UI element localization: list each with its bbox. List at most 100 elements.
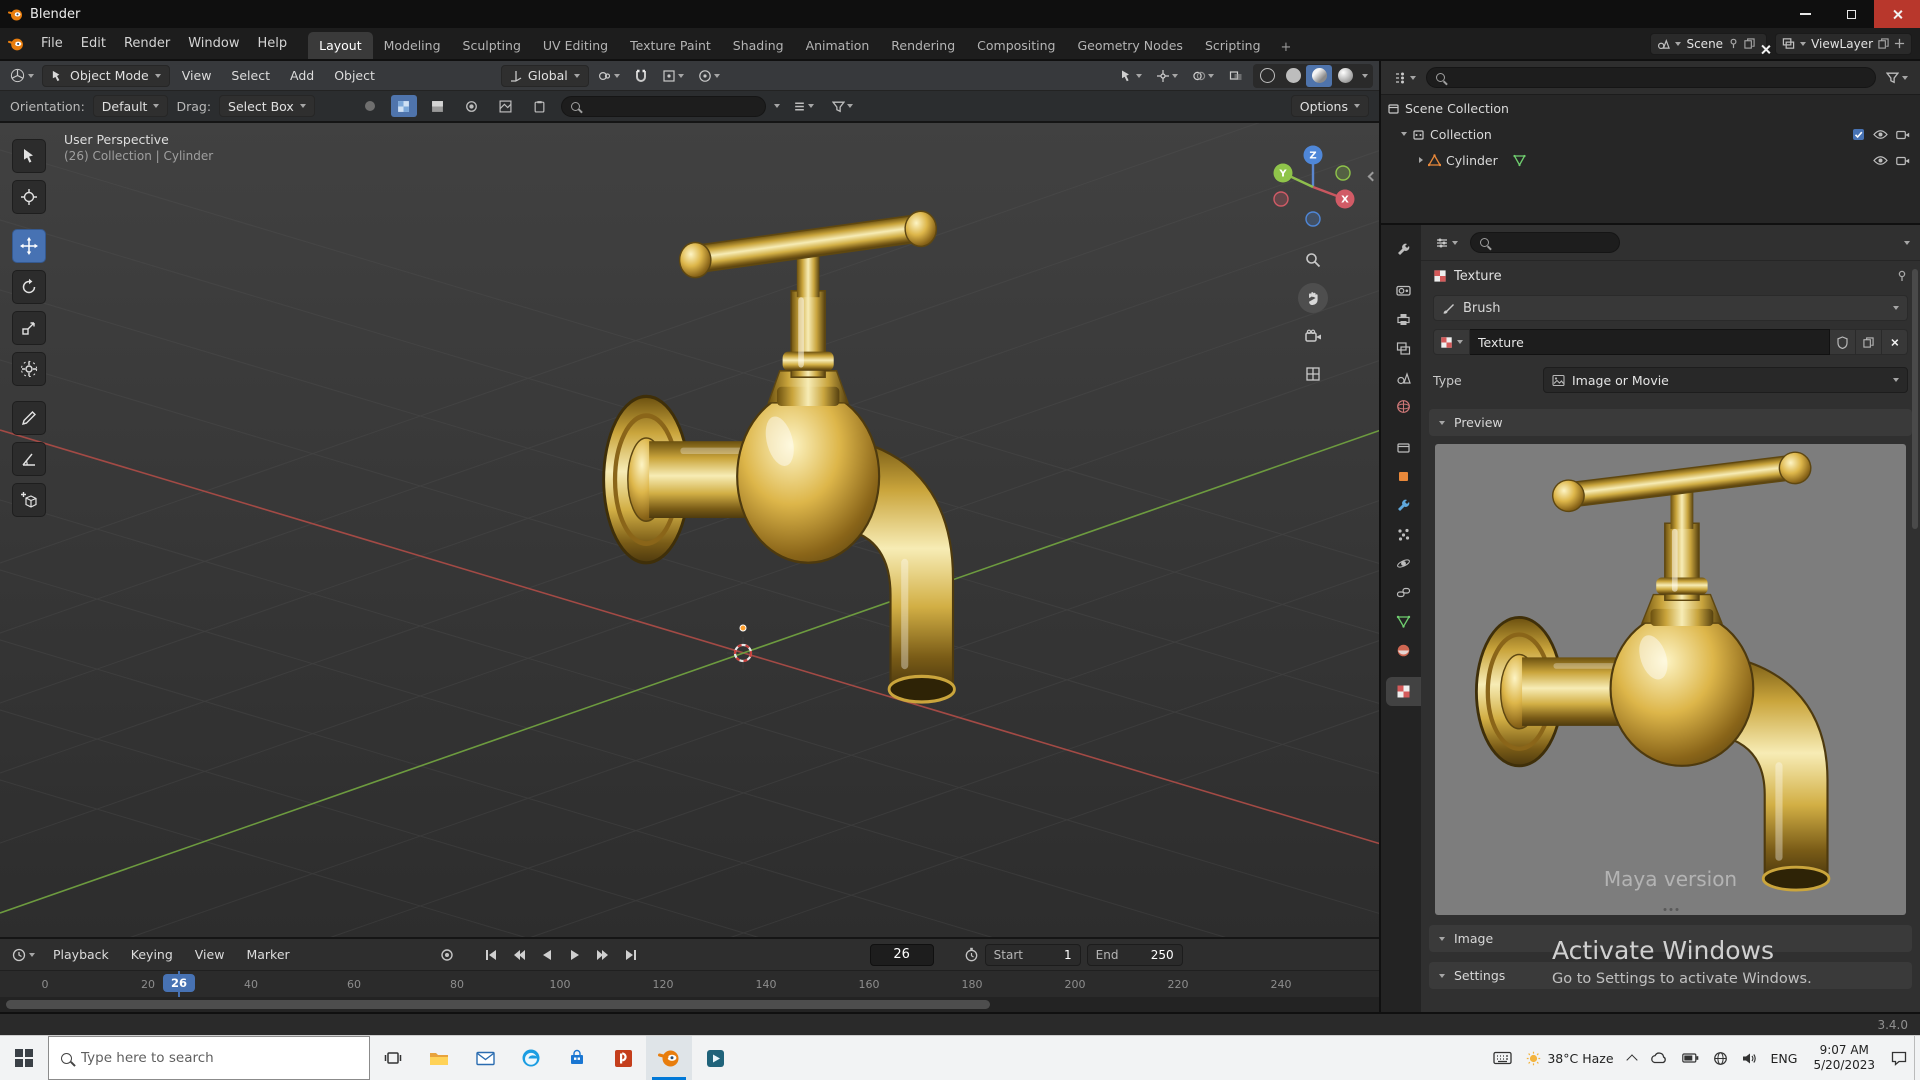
disclosure-triangle-icon[interactable] xyxy=(1419,157,1423,163)
menu-window[interactable]: Window xyxy=(179,28,248,59)
tab-scene[interactable] xyxy=(1386,363,1421,392)
chevron-down-icon[interactable] xyxy=(773,104,780,108)
menu-view[interactable]: View xyxy=(174,68,220,83)
tab-output[interactable] xyxy=(1386,305,1421,334)
menu-add[interactable]: Add xyxy=(282,68,322,83)
copy-icon[interactable] xyxy=(1878,38,1889,49)
section-image[interactable]: Image xyxy=(1429,925,1912,952)
tab-view-layer[interactable] xyxy=(1386,334,1421,363)
hidden-icons-button[interactable] xyxy=(1621,1036,1643,1080)
workspace-tab-animation[interactable]: Animation xyxy=(795,32,881,59)
properties-scrollbar[interactable] xyxy=(1912,269,1918,529)
filter-button[interactable] xyxy=(827,98,858,115)
viewlayer-selector[interactable]: ViewLayer xyxy=(1775,32,1912,55)
tab-tool[interactable] xyxy=(1386,235,1421,264)
z-neg-axis-ball[interactable] xyxy=(1305,211,1321,227)
cursor-tool[interactable] xyxy=(12,180,46,214)
properties-search-input[interactable] xyxy=(1495,235,1610,250)
menu-timeline-view[interactable]: View xyxy=(187,947,233,962)
clipboard-toggle[interactable] xyxy=(527,95,553,117)
viewport-3d[interactable]: User Perspective (26) Collection | Cylin… xyxy=(0,123,1379,937)
snap-toggle[interactable] xyxy=(629,67,653,85)
action-center-button[interactable] xyxy=(1884,1036,1914,1080)
camera-icon[interactable] xyxy=(1896,129,1910,140)
workspace-tab-layout[interactable]: Layout xyxy=(308,32,373,59)
transform-orientation-selector[interactable]: Global xyxy=(500,64,589,87)
checkbox-icon[interactable] xyxy=(1852,128,1865,141)
snap-target-selector[interactable] xyxy=(657,67,689,85)
options-button[interactable]: Options xyxy=(1290,95,1369,117)
menu-help[interactable]: Help xyxy=(249,28,297,59)
jump-to-end-button[interactable] xyxy=(618,944,644,966)
proportional-editing-toggle[interactable] xyxy=(693,67,725,85)
next-keyframe-button[interactable] xyxy=(590,944,616,966)
tab-modifiers[interactable] xyxy=(1386,491,1421,520)
workspace-tab-sculpting[interactable]: Sculpting xyxy=(452,32,532,59)
playhead-frame-badge[interactable]: 26 xyxy=(162,974,196,992)
app-menu-icon[interactable] xyxy=(0,36,32,52)
section-settings[interactable]: Settings xyxy=(1429,962,1912,989)
maximize-button[interactable] xyxy=(1828,0,1874,28)
volume-tray-button[interactable] xyxy=(1735,1036,1764,1080)
minimize-button[interactable] xyxy=(1782,0,1828,28)
camera-icon[interactable] xyxy=(1896,155,1910,166)
orientation-dropdown[interactable]: Default xyxy=(92,95,169,117)
tab-object-data[interactable] xyxy=(1386,607,1421,636)
type-dropdown[interactable]: Image or Movie xyxy=(1543,367,1908,393)
outliner-filter-button[interactable] xyxy=(1882,69,1912,86)
tool-search-input[interactable] xyxy=(585,99,756,113)
blender-app-button[interactable] xyxy=(646,1036,692,1080)
shading-rendered-button[interactable] xyxy=(1332,65,1358,87)
menu-file[interactable]: File xyxy=(32,28,72,59)
measure-tool[interactable] xyxy=(12,442,46,476)
powerpoint-button[interactable] xyxy=(600,1036,646,1080)
texture-toggle[interactable] xyxy=(493,95,519,117)
frame-start-field[interactable]: Start 1 xyxy=(984,943,1081,966)
pan-button[interactable] xyxy=(1298,283,1328,313)
tab-particles[interactable] xyxy=(1386,520,1421,549)
frame-end-field[interactable]: End 250 xyxy=(1086,943,1183,966)
texture-browse-button[interactable] xyxy=(1433,329,1470,355)
xray-toggle[interactable] xyxy=(1223,65,1249,87)
unlink-button[interactable] xyxy=(1882,329,1908,355)
file-explorer-button[interactable] xyxy=(416,1036,462,1080)
shading-wireframe-button[interactable] xyxy=(1254,65,1280,87)
transform-tool[interactable] xyxy=(12,352,46,386)
auto-keying-toggle[interactable] xyxy=(434,944,460,966)
pivot-point-selector[interactable] xyxy=(593,67,625,85)
outliner-row-cylinder[interactable]: Cylinder xyxy=(1381,147,1920,173)
workspace-tab-shading[interactable]: Shading xyxy=(722,32,795,59)
properties-editor-type-button[interactable] xyxy=(1431,234,1462,252)
brush-tip-toggle[interactable] xyxy=(459,95,485,117)
tool-search[interactable] xyxy=(560,95,766,117)
properties-search[interactable] xyxy=(1470,232,1620,253)
current-frame-field[interactable]: 26 xyxy=(869,943,934,966)
workspace-tab-scripting[interactable]: Scripting xyxy=(1194,32,1272,59)
new-viewlayer-icon[interactable] xyxy=(1894,38,1905,49)
add-cube-tool[interactable] xyxy=(12,483,46,517)
object-visibility-selector[interactable] xyxy=(1115,67,1147,85)
workspace-tab-modeling[interactable]: Modeling xyxy=(373,32,452,59)
stopwatch-icon[interactable] xyxy=(964,947,979,962)
close-button[interactable] xyxy=(1874,0,1920,28)
chevron-down-icon[interactable] xyxy=(1904,240,1910,245)
timeline-editor-type-button[interactable] xyxy=(8,946,39,964)
previous-keyframe-button[interactable] xyxy=(506,944,532,966)
move-tool[interactable] xyxy=(12,229,46,263)
onedrive-tray-button[interactable] xyxy=(1643,1036,1675,1080)
copy-icon[interactable] xyxy=(1744,38,1755,49)
store-app-button[interactable] xyxy=(554,1036,600,1080)
menu-edit[interactable]: Edit xyxy=(72,28,115,59)
gradient-square-toggle[interactable] xyxy=(425,95,451,117)
disclosure-triangle-icon[interactable] xyxy=(1401,132,1407,136)
navigation-gizmo[interactable]: Z X Y xyxy=(1261,137,1365,237)
timeline-scrollbar[interactable] xyxy=(0,997,1379,1012)
tab-render[interactable] xyxy=(1386,276,1421,305)
taskbar-search-input[interactable] xyxy=(81,1050,357,1066)
outliner-row-scene-collection[interactable]: Scene Collection xyxy=(1381,95,1920,121)
language-indicator[interactable]: ENG xyxy=(1764,1036,1805,1080)
texture-preview[interactable]: Maya version xyxy=(1435,444,1906,915)
overlays-toggle[interactable] xyxy=(1187,67,1219,85)
mode-selector[interactable]: Object Mode xyxy=(42,64,170,87)
network-tray-button[interactable] xyxy=(1706,1036,1735,1080)
